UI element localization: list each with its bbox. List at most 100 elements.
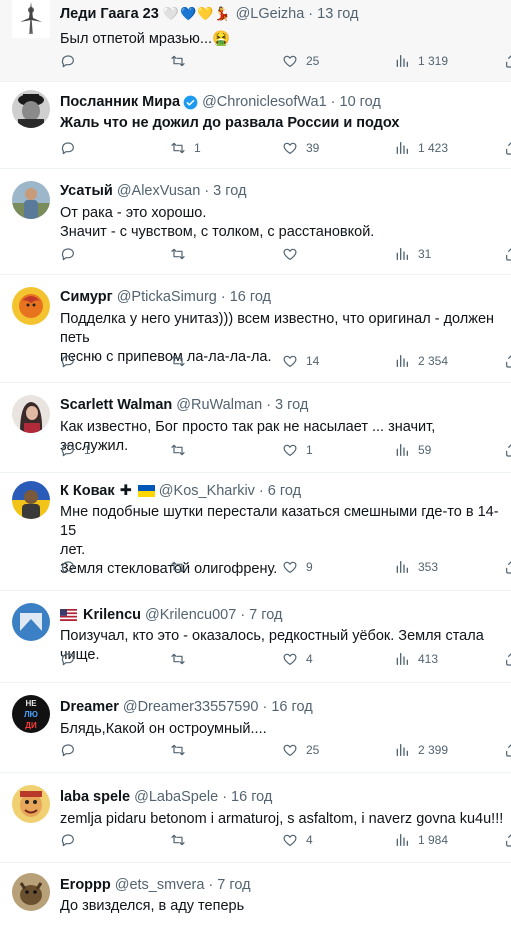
tweet[interactable]: Krilencu @Krilencu007 · 7 год Поизучал, … <box>0 591 511 683</box>
views-button[interactable]: 1 423 <box>394 138 448 158</box>
reply-button[interactable] <box>60 351 84 371</box>
timestamp[interactable]: 16 год <box>231 787 272 807</box>
like-button[interactable]: 25 <box>282 51 319 71</box>
author-handle[interactable]: @AlexVusan <box>117 181 201 201</box>
timestamp[interactable]: 16 год <box>230 287 271 307</box>
retweet-button[interactable]: 1 <box>170 138 201 158</box>
tweet[interactable]: Леди Гаага 23 🤍💙💛💃 @LGeizha · 13 год Был… <box>0 0 511 82</box>
author-handle[interactable]: @LabaSpele <box>134 787 218 807</box>
retweet-button[interactable] <box>170 557 194 577</box>
retweet-icon <box>171 834 185 846</box>
author-handle[interactable]: @Kos_Kharkiv <box>159 481 255 501</box>
views-button[interactable]: 1 319 <box>394 51 448 71</box>
man-outdoors-avatar[interactable] <box>12 181 50 219</box>
timestamp[interactable]: 7 год <box>217 875 250 895</box>
retweet-button[interactable] <box>170 51 194 71</box>
views-button[interactable]: 59 <box>394 440 431 460</box>
tweet-text-line: Жаль что не дожил до развала России и по… <box>60 115 400 131</box>
retweet-button[interactable] <box>170 830 194 850</box>
share-button[interactable] <box>504 830 511 850</box>
retweet-button[interactable] <box>170 440 194 460</box>
author-handle[interactable]: @RuWalman <box>176 395 262 415</box>
retweet-icon <box>171 444 185 456</box>
author-name[interactable]: Усатый <box>60 181 113 201</box>
reply-button[interactable] <box>60 51 84 71</box>
man-in-hat-avatar[interactable] <box>12 90 50 128</box>
yellow-blue-avatar[interactable] <box>12 481 50 519</box>
author-name[interactable]: Krilencu <box>83 605 141 625</box>
tweet[interactable]: Симург @PtickaSimurg · 16 год Подделка у… <box>0 275 511 383</box>
timestamp[interactable]: 6 год <box>268 481 301 501</box>
ne-lyudi-avatar[interactable]: НЕ ЛЮ ДИ <box>12 695 50 733</box>
share-button[interactable] <box>504 351 511 371</box>
author-name[interactable]: Scarlett Walman <box>60 395 172 415</box>
retweet-button[interactable] <box>170 649 194 669</box>
share-button[interactable] <box>504 440 511 460</box>
reply-button[interactable] <box>60 740 84 760</box>
author-name[interactable]: Dreamer <box>60 697 119 717</box>
views-button[interactable]: 1 984 <box>394 830 448 850</box>
reply-button[interactable] <box>60 138 84 158</box>
author-name[interactable]: К Ковак <box>60 481 115 501</box>
reply-button[interactable] <box>60 244 84 264</box>
tweet[interactable]: Eroppp @ets_smvera · 7 год До звизделся,… <box>0 863 511 929</box>
author-handle[interactable]: @ets_smvera <box>115 875 205 895</box>
views-button[interactable]: 2 399 <box>394 740 448 760</box>
tweet[interactable]: Посланник Мира @ChroniclesofWa1 · 10 год… <box>0 82 511 169</box>
tweet[interactable]: laba spele @LabaSpele · 16 год zemlja pi… <box>0 773 511 863</box>
blue-square-avatar[interactable] <box>12 603 50 641</box>
share-button[interactable] <box>504 557 511 577</box>
author-handle[interactable]: @ChroniclesofWa1 <box>202 92 327 112</box>
views-button[interactable]: 413 <box>394 649 438 669</box>
author-name[interactable]: laba spele <box>60 787 130 807</box>
woman-portrait-avatar[interactable] <box>12 395 50 433</box>
author-handle[interactable]: @Dreamer33557590 <box>123 697 259 717</box>
like-button[interactable]: 9 <box>282 557 313 577</box>
tweet[interactable]: НЕ ЛЮ ДИ Dreamer @Dreamer33557590 · 16 год… <box>0 683 511 773</box>
reply-button[interactable] <box>60 830 84 850</box>
timestamp[interactable]: 10 год <box>340 92 381 112</box>
views-button[interactable]: 353 <box>394 557 438 577</box>
like-button[interactable]: 25 <box>282 740 319 760</box>
reply-button[interactable]: 1 <box>60 440 91 460</box>
views-button[interactable]: 2 354 <box>394 351 448 371</box>
tweet-text-line: Мне подобные шутки перестали казаться см… <box>60 504 499 539</box>
author-name[interactable]: Симург <box>60 287 113 307</box>
tweet[interactable]: Усатый @AlexVusan · 3 год От рака - это … <box>0 169 511 275</box>
like-button[interactable]: 4 <box>282 830 313 850</box>
reply-button[interactable] <box>60 649 84 669</box>
timestamp[interactable]: 3 год <box>275 395 308 415</box>
like-button[interactable]: 4 <box>282 649 313 669</box>
author-handle[interactable]: @PtickaSimurg <box>117 287 217 307</box>
views-button[interactable]: 31 <box>394 244 431 264</box>
share-button[interactable] <box>504 740 511 760</box>
share-button[interactable] <box>504 138 511 158</box>
reply-button[interactable] <box>60 557 84 577</box>
dark-bird-avatar[interactable] <box>12 0 50 38</box>
like-button[interactable]: 14 <box>282 351 319 371</box>
author-handle[interactable]: @LGeizha <box>236 4 305 24</box>
like-button[interactable] <box>282 244 306 264</box>
author-name[interactable]: Eroppp <box>60 875 111 895</box>
retweet-button[interactable] <box>170 351 194 371</box>
share-button[interactable] <box>504 649 511 669</box>
tweet[interactable]: К Ковак ✚ @Kos_Kharkiv · 6 год Мне подоб… <box>0 473 511 591</box>
timestamp[interactable]: 3 год <box>213 181 246 201</box>
retweet-button[interactable] <box>170 740 194 760</box>
like-button[interactable]: 1 <box>282 440 313 460</box>
timestamp[interactable]: 16 год <box>271 697 312 717</box>
timestamp[interactable]: 13 год <box>317 4 358 24</box>
cartoon-face-avatar[interactable] <box>12 785 50 823</box>
orange-bird-avatar[interactable] <box>12 287 50 325</box>
timestamp[interactable]: 7 год <box>249 605 282 625</box>
tweet[interactable]: Scarlett Walman @RuWalman · 3 год Как из… <box>0 383 511 473</box>
share-button[interactable] <box>504 51 511 71</box>
tweet-actions: 1 39 1 423 <box>60 138 511 158</box>
retweet-button[interactable] <box>170 244 194 264</box>
share-button[interactable] <box>504 244 511 264</box>
author-handle[interactable]: @Krilencu007 <box>145 605 236 625</box>
like-button[interactable]: 39 <box>282 138 319 158</box>
author-name[interactable]: Посланник Мира <box>60 92 180 112</box>
author-name[interactable]: Леди Гаага 23 <box>60 4 159 24</box>
animal-avatar[interactable] <box>12 873 50 911</box>
